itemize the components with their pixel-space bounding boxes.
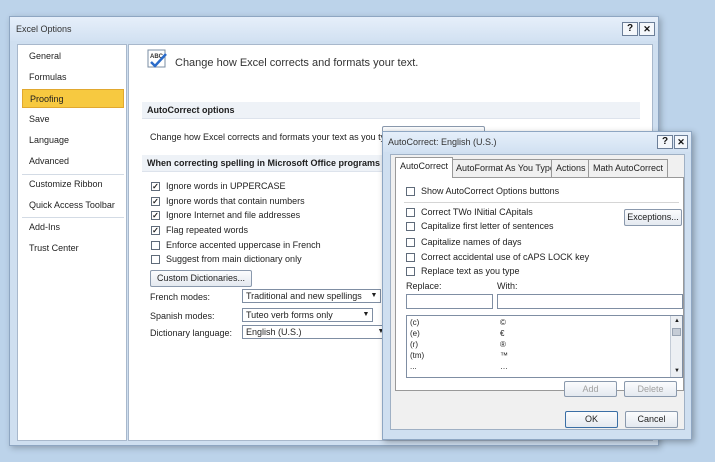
list-item-replace: (c) <box>410 318 420 327</box>
suggest-main-dict-label: Suggest from main dictionary only <box>166 254 302 264</box>
nav-item-customize-ribbon[interactable]: Customize Ribbon <box>22 175 124 194</box>
list-item[interactable]: (r) ® <box>407 339 669 350</box>
flag-repeated-checkbox[interactable]: ✓ <box>151 226 160 235</box>
nav-item-language[interactable]: Language <box>22 131 124 150</box>
replace-label: Replace: <box>406 281 442 291</box>
with-input[interactable] <box>497 294 683 309</box>
scroll-up-icon[interactable]: ▲ <box>672 316 682 326</box>
tab-math-autocorrect[interactable]: Math AutoCorrect <box>588 159 669 178</box>
enforce-french-checkbox[interactable] <box>151 241 160 250</box>
dialog-help-button[interactable]: ? <box>657 135 673 149</box>
list-item-with: © <box>500 318 506 327</box>
nav-item-save[interactable]: Save <box>22 110 124 129</box>
nav-item-advanced[interactable]: Advanced <box>22 152 124 171</box>
list-item[interactable]: (tm) ™ <box>407 350 669 361</box>
list-item[interactable]: (c) © <box>407 317 669 328</box>
list-item-with: … <box>500 362 508 371</box>
dictionary-language-value: English (U.S.) <box>246 327 302 337</box>
divider <box>404 202 679 203</box>
capitalize-days-label: Capitalize names of days <box>421 237 522 247</box>
replace-text-label: Replace text as you type <box>421 266 520 276</box>
correct-two-initial-label: Correct TWo INitial CApitals <box>421 207 533 217</box>
nav-item-proofing[interactable]: Proofing <box>22 89 124 108</box>
list-scrollbar[interactable]: ▲ ▼ <box>670 316 682 377</box>
close-button[interactable]: ✕ <box>639 22 655 36</box>
nav-item-quick-access-toolbar[interactable]: Quick Access Toolbar <box>22 196 124 215</box>
list-item-replace: (r) <box>410 340 418 349</box>
autocorrect-list[interactable]: (c) © (e) € (r) ® (tm) ™ ... … ▲ ▼ <box>406 315 683 378</box>
dialog-title-bar: AutoCorrect: English (U.S.) ? ✕ <box>383 132 691 152</box>
delete-button[interactable]: Delete <box>624 381 677 397</box>
capitalize-sentences-label: Capitalize first letter of sentences <box>421 221 554 231</box>
help-button[interactable]: ? <box>622 22 638 36</box>
dictionary-language-select[interactable]: English (U.S.) ▼ <box>242 325 388 339</box>
list-item-replace: (e) <box>410 329 420 338</box>
autocorrect-section-header: AutoCorrect options <box>142 102 640 119</box>
dialog-title: AutoCorrect: English (U.S.) <box>388 137 497 147</box>
capitalize-sentences-checkbox[interactable] <box>406 222 415 231</box>
enforce-french-label: Enforce accented uppercase in French <box>166 240 321 250</box>
title-bar: Excel Options ? ✕ <box>10 17 658 41</box>
list-item-with: ™ <box>500 351 508 360</box>
scroll-thumb[interactable] <box>672 328 681 336</box>
panel-header-text: Change how Excel corrects and formats yo… <box>175 57 419 69</box>
custom-dictionaries-button[interactable]: Custom Dictionaries... <box>150 270 252 287</box>
show-buttons-checkbox[interactable] <box>406 187 415 196</box>
add-button[interactable]: Add <box>564 381 617 397</box>
chevron-down-icon: ▼ <box>370 292 378 299</box>
list-item[interactable]: ... … <box>407 361 669 372</box>
spanish-modes-select[interactable]: Tuteo verb forms only ▼ <box>242 308 373 322</box>
list-item-replace: ... <box>410 362 417 371</box>
french-modes-select[interactable]: Traditional and new spellings ▼ <box>242 289 381 303</box>
dictionary-language-label: Dictionary language: <box>150 328 233 338</box>
show-buttons-label: Show AutoCorrect Options buttons <box>421 186 560 196</box>
autocorrect-dialog: AutoCorrect: English (U.S.) ? ✕ AutoCorr… <box>382 131 692 440</box>
tab-autocorrect[interactable]: AutoCorrect <box>395 157 454 178</box>
ignore-internet-checkbox[interactable]: ✓ <box>151 211 160 220</box>
dialog-close-button[interactable]: ✕ <box>674 135 688 149</box>
tab-actions[interactable]: Actions <box>551 159 591 178</box>
autocorrect-label: Change how Excel corrects and formats yo… <box>150 132 398 142</box>
capitalize-days-checkbox[interactable] <box>406 238 415 247</box>
caps-lock-label: Correct accidental use of cAPS LOCK key <box>421 252 590 262</box>
ok-button[interactable]: OK <box>565 411 618 428</box>
nav-item-add-ins[interactable]: Add-Ins <box>22 218 124 237</box>
list-item-with: ® <box>500 340 506 349</box>
dialog-body: AutoCorrect AutoFormat As You Type Actio… <box>390 154 685 430</box>
with-label: With: <box>497 281 518 291</box>
french-modes-label: French modes: <box>150 292 211 302</box>
french-modes-value: Traditional and new spellings <box>246 291 362 301</box>
replace-text-checkbox[interactable] <box>406 267 415 276</box>
replace-input[interactable] <box>406 294 493 309</box>
nav-item-general[interactable]: General <box>22 47 124 66</box>
nav-item-trust-center[interactable]: Trust Center <box>22 239 124 258</box>
options-nav: General Formulas Proofing Save Language … <box>17 44 127 441</box>
abc-check-icon: ABC <box>147 49 167 68</box>
chevron-down-icon: ▼ <box>362 311 370 318</box>
ignore-internet-label: Ignore Internet and file addresses <box>166 210 301 220</box>
suggest-main-dict-checkbox[interactable] <box>151 255 160 264</box>
list-item-replace: (tm) <box>410 351 425 360</box>
nav-item-formulas[interactable]: Formulas <box>22 68 124 87</box>
exceptions-button[interactable]: Exceptions... <box>624 209 682 226</box>
scroll-down-icon[interactable]: ▼ <box>672 366 682 376</box>
correct-two-initial-checkbox[interactable] <box>406 208 415 217</box>
ignore-uppercase-label: Ignore words in UPPERCASE <box>166 181 286 191</box>
ignore-numbers-checkbox[interactable]: ✓ <box>151 197 160 206</box>
ignore-uppercase-checkbox[interactable]: ✓ <box>151 182 160 191</box>
autocorrect-tab-panel: Show AutoCorrect Options buttons Correct… <box>395 177 684 397</box>
caps-lock-checkbox[interactable] <box>406 253 415 262</box>
spanish-modes-value: Tuteo verb forms only <box>246 310 333 320</box>
spanish-modes-label: Spanish modes: <box>150 311 215 321</box>
cancel-button[interactable]: Cancel <box>625 411 678 428</box>
list-item-with: € <box>500 329 505 338</box>
list-item[interactable]: (e) € <box>407 328 669 339</box>
window-title: Excel Options <box>16 24 72 34</box>
ignore-numbers-label: Ignore words that contain numbers <box>166 196 305 206</box>
flag-repeated-label: Flag repeated words <box>166 225 249 235</box>
tab-autoformat-as-you-type[interactable]: AutoFormat As You Type <box>451 159 560 178</box>
